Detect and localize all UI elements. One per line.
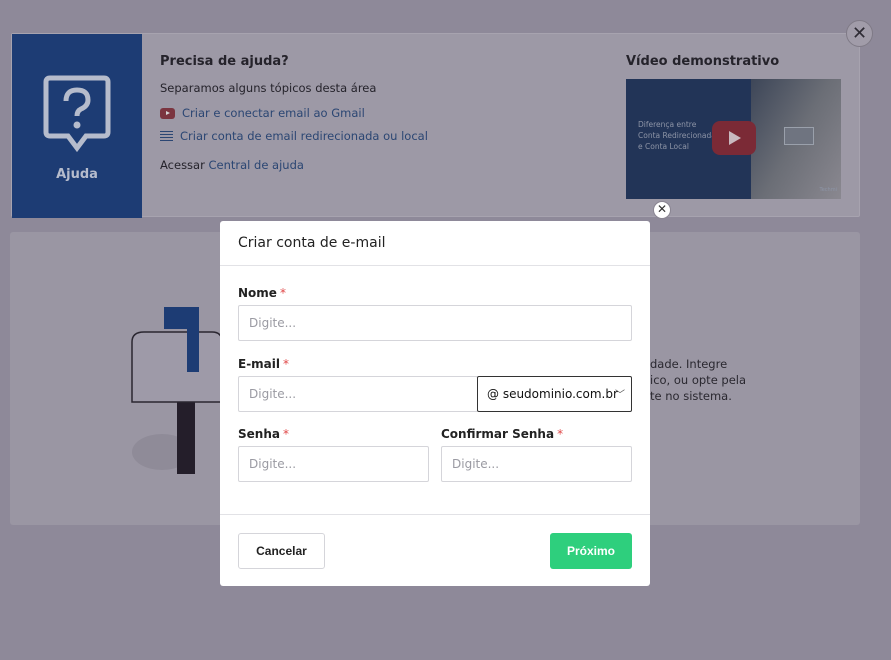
help-panel: Ajuda Precisa de ajuda? Separamos alguns… [11, 33, 860, 218]
content-text-line: ico, ou opte pela [650, 373, 747, 387]
help-center-link[interactable]: Central de ajuda [208, 158, 303, 172]
domain-select[interactable]: @ seudominio.com.br ﹀ [477, 376, 632, 412]
password-label: Senha * [238, 427, 289, 441]
confirm-password-input[interactable] [441, 446, 632, 482]
required-mark: * [557, 427, 564, 441]
help-link-label: Criar e conectar email ao Gmail [182, 106, 365, 120]
password-input[interactable] [238, 446, 429, 482]
help-question-icon [43, 75, 111, 153]
required-mark: * [279, 286, 286, 300]
confirm-password-label: Confirmar Senha * [441, 427, 563, 441]
video-title: Vídeo demonstrativo [626, 54, 780, 69]
help-link-gmail[interactable]: Criar e conectar email ao Gmail [160, 106, 365, 120]
create-email-modal: Criar conta de e-mail Nome* E-mail* @ se… [220, 221, 650, 586]
help-link-redirect[interactable]: Criar conta de email redirecionada ou lo… [160, 129, 428, 143]
video-close-icon[interactable]: ✕ [653, 201, 671, 219]
close-icon[interactable]: ✕ [846, 20, 873, 47]
modal-title: Criar conta de e-mail [220, 221, 650, 266]
help-side-label: Ajuda [56, 167, 98, 182]
youtube-icon [160, 107, 175, 119]
video-caption: Diferença entre Conta Redirecionada e Co… [638, 120, 716, 151]
content-text-line: te no sistema. [650, 389, 732, 403]
content-text: dade. Integre ico, ou opte pela te no si… [650, 356, 746, 404]
list-icon [160, 130, 173, 142]
envelope-icon [784, 127, 814, 145]
name-label: Nome * [238, 286, 286, 300]
help-subtitle: Separamos alguns tópicos desta área [160, 81, 377, 95]
confirm-label-text: Confirmar Senha [441, 427, 555, 441]
email-label: E-mail * [238, 357, 289, 371]
help-sidebar: Ajuda [12, 34, 142, 218]
play-icon[interactable] [712, 121, 756, 155]
email-input[interactable] [238, 376, 478, 412]
password-label-text: Senha [238, 427, 280, 441]
content-text-line: dade. Integre [650, 357, 728, 371]
name-label-text: Nome [238, 286, 277, 300]
name-input[interactable] [238, 305, 632, 341]
next-button[interactable]: Próximo [550, 533, 632, 569]
required-mark: * [283, 357, 290, 371]
required-mark: * [282, 427, 289, 441]
mailbox-illustration [131, 307, 223, 474]
modal-divider [220, 514, 650, 515]
domain-select-value: @ seudominio.com.br [487, 387, 618, 401]
email-label-text: E-mail [238, 357, 281, 371]
cancel-button[interactable]: Cancelar [238, 533, 325, 569]
help-access: Acessar Central de ajuda [160, 158, 304, 172]
video-brand: Techmi [819, 187, 837, 193]
video-thumbnail[interactable]: Diferença entre Conta Redirecionada e Co… [626, 79, 841, 199]
help-link-label: Criar conta de email redirecionada ou lo… [180, 129, 428, 143]
help-title: Precisa de ajuda? [160, 54, 289, 69]
access-prefix: Acessar [160, 158, 205, 172]
chevron-down-icon: ﹀ [615, 390, 625, 401]
